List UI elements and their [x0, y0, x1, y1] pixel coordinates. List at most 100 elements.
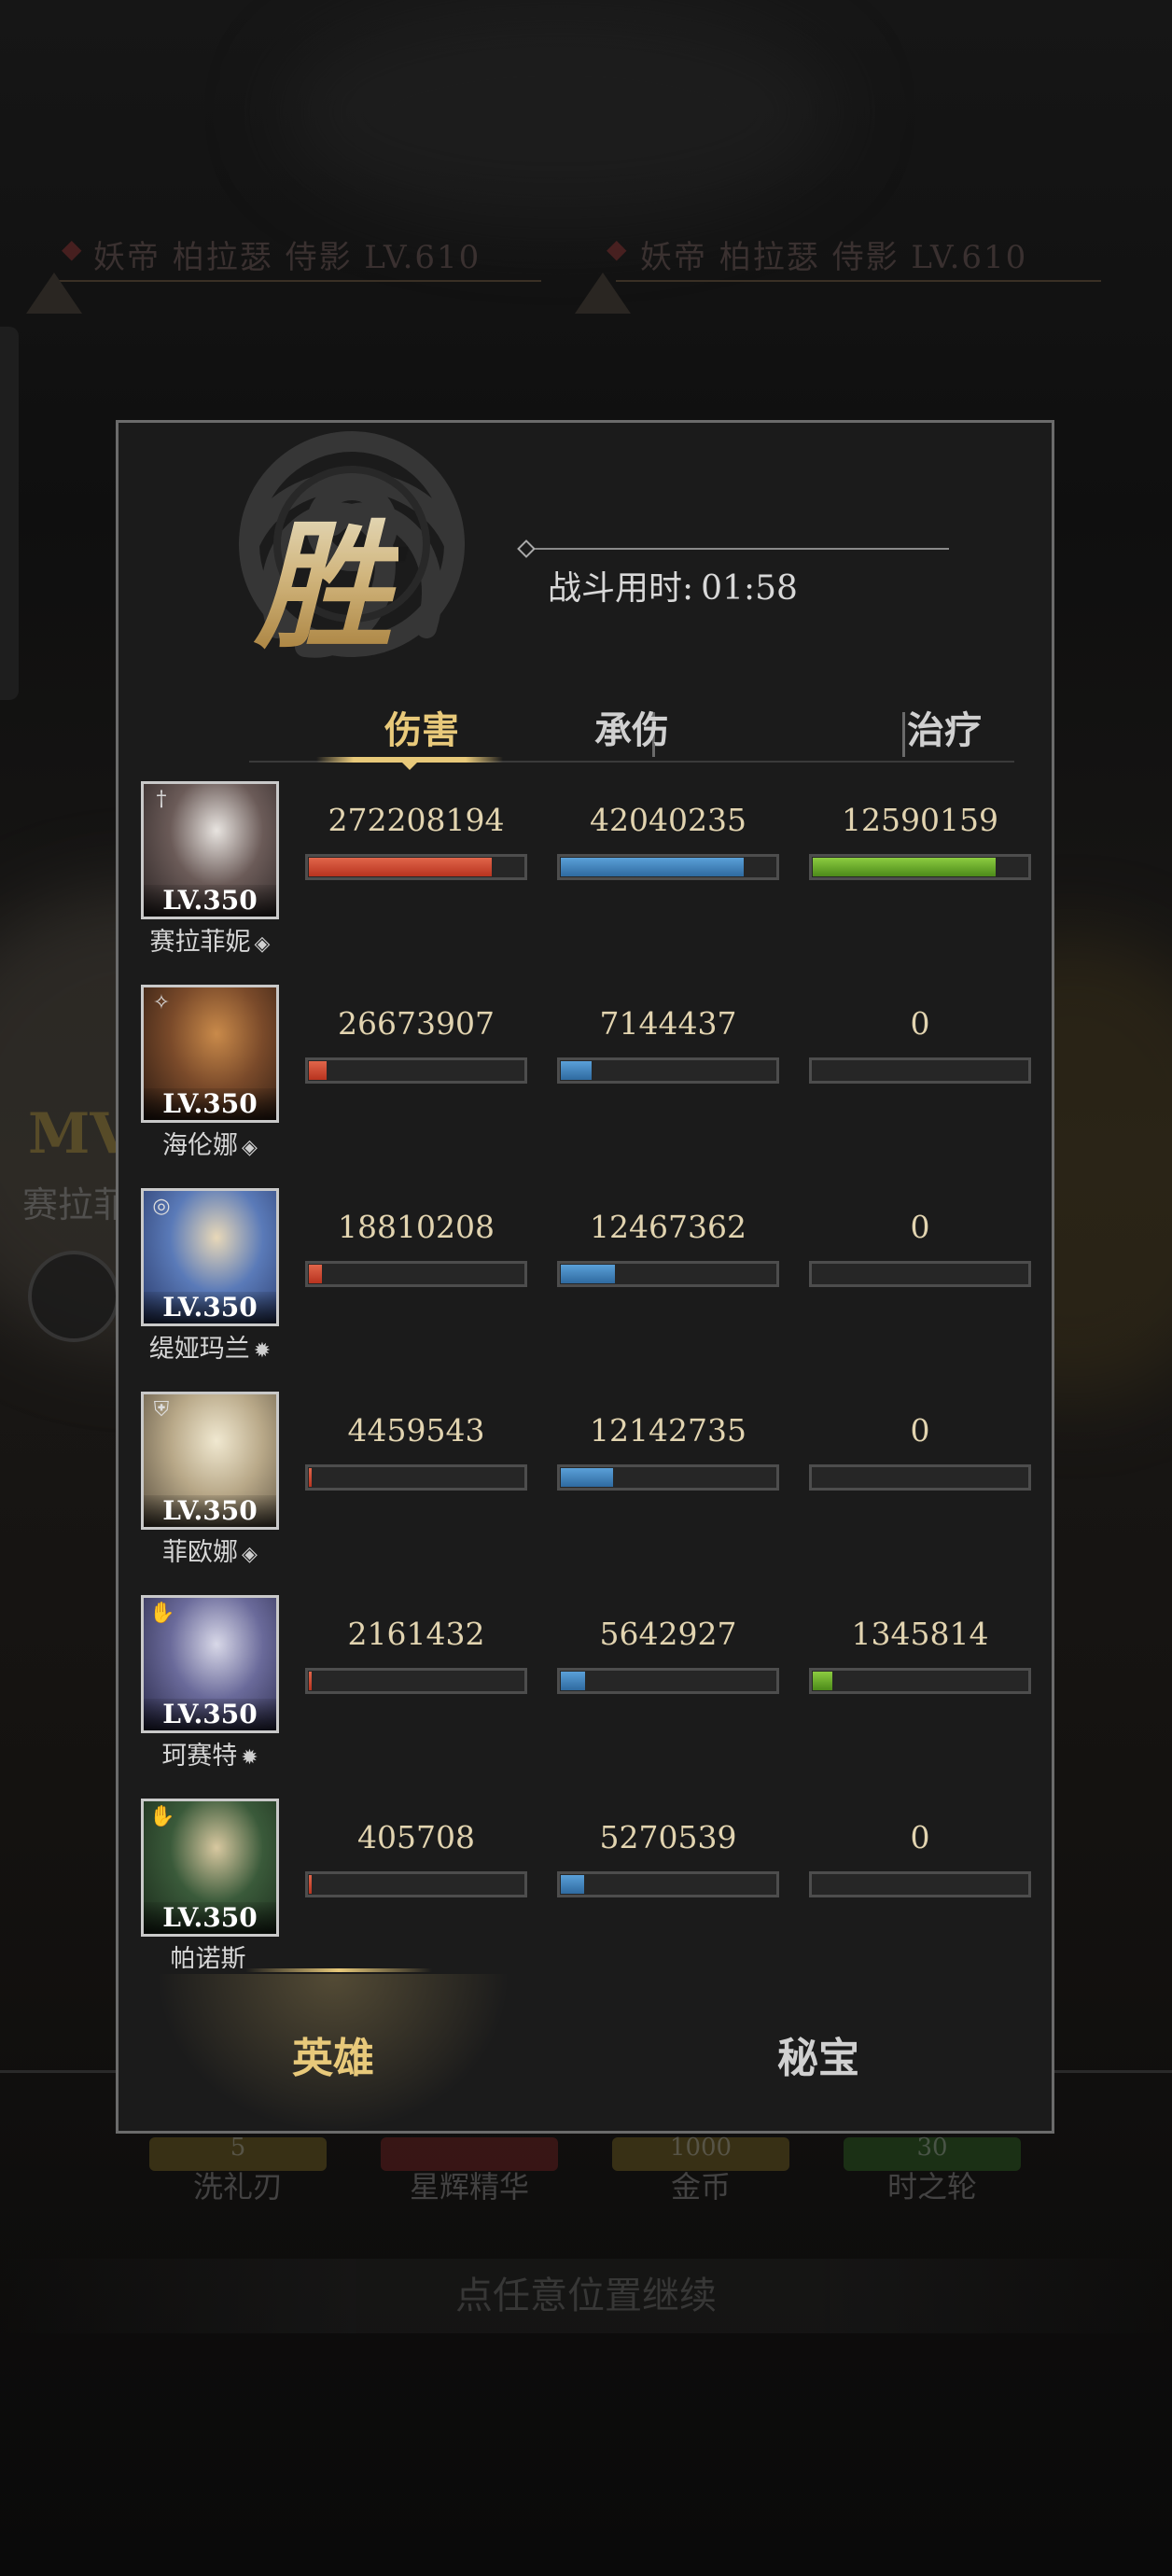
reward-count: 5 — [230, 2134, 246, 2162]
damage-taken-bar-fill — [561, 1265, 615, 1283]
hero-element-icon: ◈ — [242, 1543, 258, 1566]
healing-bar — [809, 1261, 1031, 1287]
hero-class-icon: ✧ — [152, 991, 171, 1015]
damage-value: 4459543 — [347, 1412, 485, 1449]
victory-title: 胜 — [249, 507, 398, 665]
hero-level: LV.350 — [144, 885, 276, 917]
hero-level: LV.350 — [144, 1495, 276, 1527]
boss-triangle-icon — [575, 273, 631, 314]
damage-taken-bar — [557, 1464, 779, 1491]
healing-value: 12590159 — [842, 802, 998, 838]
hero-row: ◎ LV.350 缇娅玛兰 ✹ 18810208 12467362 0 — [119, 1188, 1052, 1392]
damage-taken-bar — [557, 1871, 779, 1897]
hero-level: LV.350 — [144, 1292, 276, 1323]
hero-class-icon: ✋ — [149, 1805, 175, 1828]
hero-portrait[interactable]: ◎ LV.350 — [141, 1188, 279, 1326]
bg-glow — [280, 0, 840, 224]
hero-name-text: 珂赛特 — [161, 1742, 238, 1771]
damage-bar-fill — [309, 1061, 327, 1080]
hero-name-text: 赛拉菲妮 — [149, 928, 251, 957]
reward-label: 洗礼刃 — [192, 2169, 283, 2205]
damage-taken-bar — [557, 1261, 779, 1287]
tab-heroes[interactable]: 英雄 — [193, 2024, 473, 2084]
healing-bar-fill — [813, 858, 996, 876]
damage-value: 272208194 — [328, 802, 505, 838]
damage-value: 405708 — [357, 1819, 475, 1855]
hero-element-icon: ◈ — [254, 932, 271, 956]
hero-element-icon: ✹ — [241, 1746, 258, 1770]
reward-label: 时之轮 — [886, 2169, 977, 2205]
boss-marker-icon: ◆ — [607, 233, 627, 264]
hero-row: ✋ LV.350 珂赛特 ✹ 2161432 5642927 1345814 — [119, 1595, 1052, 1799]
hero-portrait[interactable]: ✋ LV.350 — [141, 1799, 279, 1937]
bottom-tabs: 英雄 秘宝 — [119, 1968, 1052, 2131]
hero-portrait[interactable]: † LV.350 — [141, 781, 279, 919]
healing-bar — [809, 1871, 1031, 1897]
hero-portrait[interactable]: ✋ LV.350 — [141, 1595, 279, 1733]
damage-taken-bar — [557, 1057, 779, 1084]
hero-portrait[interactable]: ⛨ LV.350 — [141, 1392, 279, 1530]
damage-bar-fill — [309, 1265, 322, 1283]
hero-level: LV.350 — [144, 1088, 276, 1120]
healing-value: 1345814 — [851, 1616, 989, 1652]
healing-bar — [809, 1668, 1031, 1694]
damage-bar-fill — [309, 1875, 312, 1894]
hero-class-icon: ✋ — [149, 1602, 175, 1625]
healing-value: 0 — [910, 1412, 930, 1449]
damage-taken-value: 5270539 — [599, 1819, 737, 1855]
healing-bar-fill — [813, 1672, 832, 1690]
boss-label: 妖帝 柏拉瑟 侍影 LV.610 — [93, 239, 481, 276]
tab-artifacts[interactable]: 秘宝 — [678, 2024, 958, 2084]
hero-name-text: 海伦娜 — [162, 1131, 239, 1160]
damage-taken-value: 42040235 — [590, 802, 746, 838]
active-tab-indicator — [245, 1968, 432, 1972]
damage-taken-bar — [557, 854, 779, 880]
reward-count: 1000 — [669, 2134, 732, 2162]
damage-bar — [305, 1464, 527, 1491]
tap-to-continue[interactable]: 点任意位置继续 — [0, 2259, 1172, 2333]
healing-bar — [809, 1464, 1031, 1491]
healing-bar — [809, 1057, 1031, 1084]
hero-row: † LV.350 赛拉菲妮 ◈ 272208194 42040235 12590159 — [119, 781, 1052, 985]
hero-level: LV.350 — [144, 1902, 276, 1934]
hero-class-icon: ◎ — [152, 1195, 171, 1218]
healing-value: 0 — [910, 1005, 930, 1042]
hero-name: 缇娅玛兰 ✹ — [119, 1328, 301, 1365]
side-pull-tab[interactable] — [0, 327, 19, 700]
timer-divider — [520, 548, 949, 550]
boss-triangle-icon — [26, 273, 82, 314]
hero-class-icon: ⛨ — [153, 1398, 170, 1421]
battle-stats-panel: 胜 战斗用时: 01:58 伤害 承伤 治疗 † LV.350 赛拉菲妮 ◈ 272208… — [116, 420, 1054, 2134]
hero-level: LV.350 — [144, 1699, 276, 1730]
hero-row: ⛨ LV.350 菲欧娜 ◈ 4459543 12142735 0 — [119, 1392, 1052, 1595]
hero-name-text: 缇娅玛兰 — [148, 1335, 250, 1364]
damage-taken-bar — [557, 1668, 779, 1694]
tab-pointer-icon — [400, 761, 419, 770]
damage-bar-fill — [309, 858, 492, 876]
damage-taken-value: 7144437 — [599, 1005, 737, 1042]
damage-taken-bar-fill — [561, 1672, 585, 1690]
damage-value: 26673907 — [338, 1005, 495, 1042]
stats-chart-icon[interactable] — [28, 1251, 119, 1342]
tab-damage-taken[interactable]: 承伤 — [515, 701, 748, 761]
damage-value: 18810208 — [338, 1209, 495, 1245]
hero-portrait[interactable]: ✧ LV.350 — [141, 985, 279, 1123]
battle-timer: 战斗用时: 01:58 — [548, 561, 798, 609]
hero-class-icon: † — [156, 788, 167, 811]
damage-value: 2161432 — [347, 1616, 485, 1652]
timer-value: 01:58 — [701, 569, 798, 608]
mvp-hero-name: 赛拉菲 — [22, 1184, 130, 1225]
tab-damage[interactable]: 伤害 — [305, 701, 538, 761]
hero-row: ✧ LV.350 海伦娜 ◈ 26673907 7144437 0 — [119, 985, 1052, 1188]
damage-bar — [305, 1057, 527, 1084]
boss-marker-icon: ◆ — [62, 233, 82, 264]
hero-element-icon: ✹ — [253, 1339, 272, 1363]
damage-taken-bar-fill — [561, 858, 744, 876]
damage-taken-bar-fill — [561, 1468, 613, 1487]
tab-healing[interactable]: 治疗 — [828, 701, 1052, 761]
damage-bar — [305, 854, 527, 880]
hero-element-icon: ◈ — [242, 1136, 258, 1159]
damage-taken-bar-fill — [561, 1875, 584, 1894]
reward-count: 30 — [916, 2134, 948, 2162]
hero-name: 珂赛特 ✹ — [119, 1735, 301, 1771]
